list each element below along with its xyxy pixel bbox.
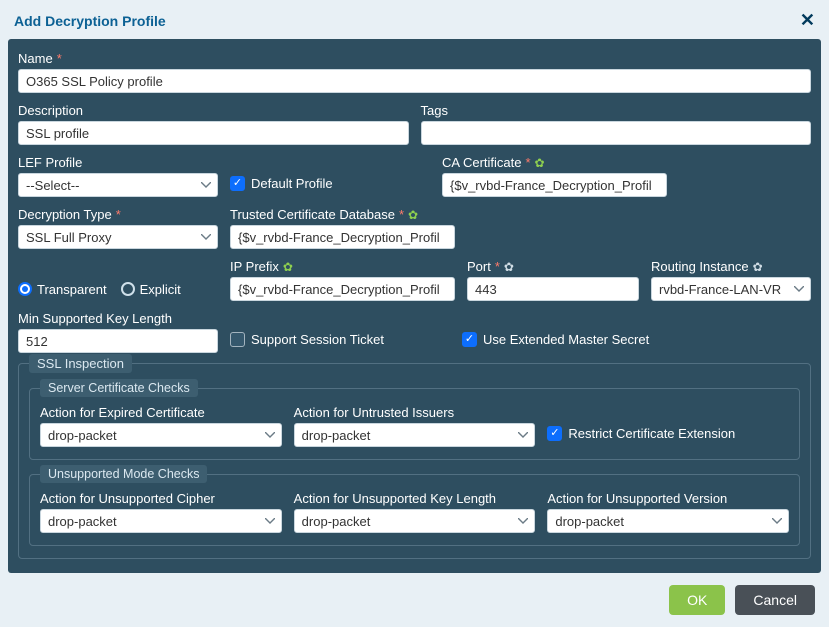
routing-instance-label: Routing Instance ✿ bbox=[651, 259, 811, 274]
modal-footer: OK Cancel bbox=[0, 573, 829, 627]
transparent-label: Transparent bbox=[37, 282, 107, 297]
extended-master-secret-checkbox[interactable]: ✓ bbox=[462, 332, 477, 347]
modal-header: Add Decryption Profile ✕ bbox=[0, 0, 829, 39]
min-key-length-input[interactable] bbox=[18, 329, 218, 353]
action-untrusted-issuers-label: Action for Untrusted Issuers bbox=[294, 405, 536, 420]
ssl-inspection-label: SSL Inspection bbox=[29, 354, 132, 373]
ca-cert-input[interactable] bbox=[442, 173, 667, 197]
action-unsupported-cipher-select[interactable] bbox=[40, 509, 282, 533]
gear-icon[interactable]: ✿ bbox=[535, 156, 545, 170]
decryption-type-select[interactable] bbox=[18, 225, 218, 249]
restrict-cert-ext-label: Restrict Certificate Extension bbox=[568, 426, 735, 441]
support-session-ticket-checkbox[interactable] bbox=[230, 332, 245, 347]
action-unsupported-cipher-label: Action for Unsupported Cipher bbox=[40, 491, 282, 506]
mode-radio-group: Transparent Explicit bbox=[18, 277, 218, 301]
gear-icon[interactable]: ✿ bbox=[753, 260, 763, 274]
restrict-cert-ext-checkbox[interactable]: ✓ bbox=[547, 426, 562, 441]
min-key-length-label: Min Supported Key Length bbox=[18, 311, 218, 326]
gear-icon[interactable]: ✿ bbox=[504, 260, 514, 274]
trusted-cert-db-label: Trusted Certificate Database* ✿ bbox=[230, 207, 455, 222]
action-unsupported-key-length-label: Action for Unsupported Key Length bbox=[294, 491, 536, 506]
unsupported-mode-checks-panel: Unsupported Mode Checks Action for Unsup… bbox=[29, 474, 800, 546]
port-label: Port* ✿ bbox=[467, 259, 639, 274]
gear-icon[interactable]: ✿ bbox=[408, 208, 418, 222]
close-icon[interactable]: ✕ bbox=[800, 10, 815, 31]
lef-profile-label: LEF Profile bbox=[18, 155, 218, 170]
name-input[interactable] bbox=[18, 69, 811, 93]
trusted-cert-db-input[interactable] bbox=[230, 225, 455, 249]
ca-cert-label: CA Certificate* ✿ bbox=[442, 155, 667, 170]
modal-title: Add Decryption Profile bbox=[14, 13, 166, 29]
lef-profile-select[interactable] bbox=[18, 173, 218, 197]
ip-prefix-label: IP Prefix ✿ bbox=[230, 259, 455, 274]
unsupported-mode-checks-label: Unsupported Mode Checks bbox=[40, 465, 207, 483]
transparent-radio[interactable] bbox=[18, 282, 32, 296]
name-label: Name* bbox=[18, 51, 811, 66]
explicit-label: Explicit bbox=[140, 282, 181, 297]
gear-icon[interactable]: ✿ bbox=[283, 260, 293, 274]
server-cert-checks-panel: Server Certificate Checks Action for Exp… bbox=[29, 388, 800, 460]
description-label: Description bbox=[18, 103, 409, 118]
default-profile-label: Default Profile bbox=[251, 176, 333, 191]
description-input[interactable] bbox=[18, 121, 409, 145]
modal-body: Name* Description Tags LEF Profile bbox=[8, 39, 821, 573]
ip-prefix-input[interactable] bbox=[230, 277, 455, 301]
action-unsupported-key-length-select[interactable] bbox=[294, 509, 536, 533]
ok-button[interactable]: OK bbox=[669, 585, 725, 615]
tags-label: Tags bbox=[421, 103, 812, 118]
cancel-button[interactable]: Cancel bbox=[735, 585, 815, 615]
action-untrusted-issuers-select[interactable] bbox=[294, 423, 536, 447]
action-expired-cert-label: Action for Expired Certificate bbox=[40, 405, 282, 420]
decryption-profile-modal: Add Decryption Profile ✕ Name* Descripti… bbox=[0, 0, 829, 627]
action-expired-cert-select[interactable] bbox=[40, 423, 282, 447]
routing-instance-select[interactable] bbox=[651, 277, 811, 301]
port-input[interactable] bbox=[467, 277, 639, 301]
action-unsupported-version-select[interactable] bbox=[547, 509, 789, 533]
tags-input[interactable] bbox=[421, 121, 812, 145]
server-cert-checks-label: Server Certificate Checks bbox=[40, 379, 198, 397]
support-session-ticket-label: Support Session Ticket bbox=[251, 332, 384, 347]
explicit-radio[interactable] bbox=[121, 282, 135, 296]
decryption-type-label: Decryption Type* bbox=[18, 207, 218, 222]
ssl-inspection-panel: SSL Inspection Server Certificate Checks… bbox=[18, 363, 811, 559]
action-unsupported-version-label: Action for Unsupported Version bbox=[547, 491, 789, 506]
default-profile-checkbox[interactable]: ✓ bbox=[230, 176, 245, 191]
extended-master-secret-label: Use Extended Master Secret bbox=[483, 332, 649, 347]
